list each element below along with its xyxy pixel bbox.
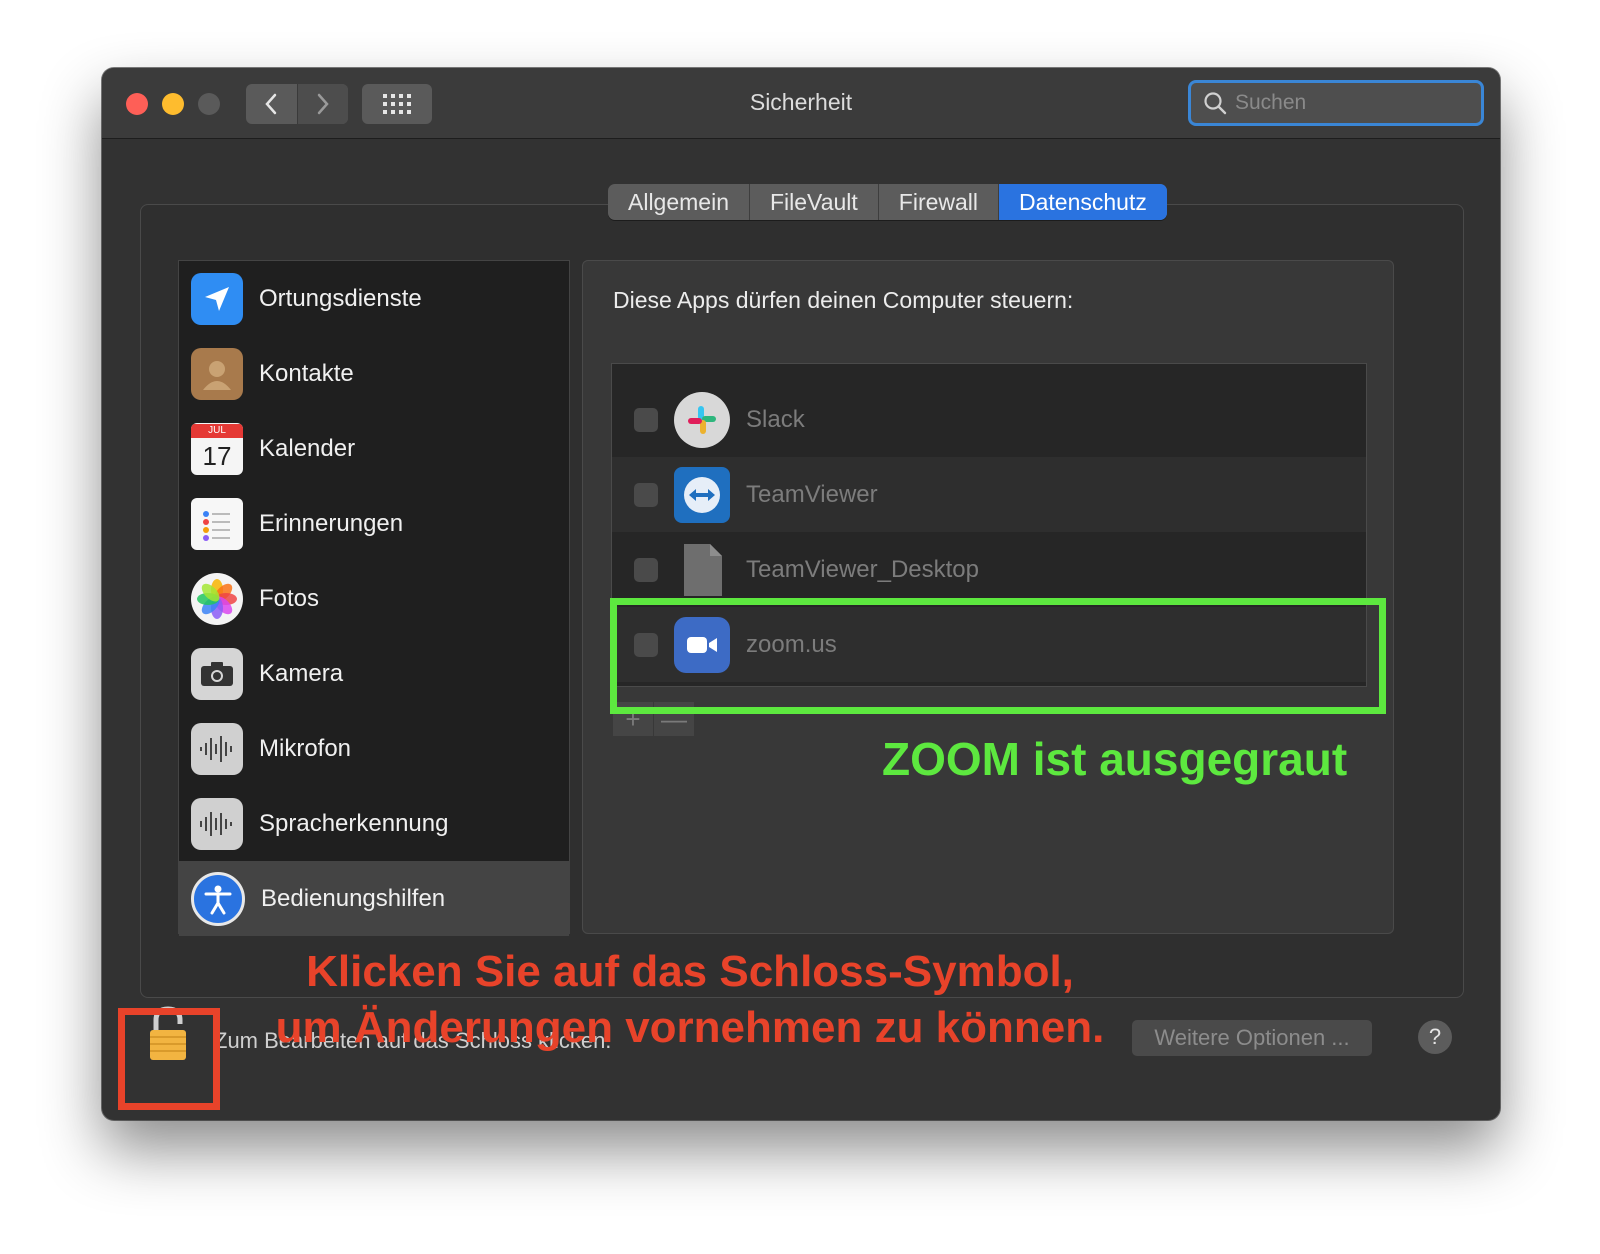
microphone-icon bbox=[191, 722, 243, 775]
advanced-options-button[interactable]: Weitere Optionen ... bbox=[1132, 1020, 1372, 1056]
accessibility-icon bbox=[191, 871, 245, 926]
lock-instruction-line-1: Klicken Sie auf das Schloss-Symbol, bbox=[306, 947, 1074, 996]
search-input[interactable] bbox=[1233, 90, 1467, 116]
tab-firewall[interactable]: Firewall bbox=[879, 184, 1000, 220]
app-checkbox[interactable] bbox=[634, 482, 658, 507]
search-icon bbox=[1204, 92, 1227, 115]
app-checkbox[interactable] bbox=[634, 557, 658, 582]
sidebar-item-spracherkennung[interactable]: Spracherkennung bbox=[179, 786, 569, 861]
app-name: TeamViewer bbox=[746, 480, 878, 508]
sidebar-item-label: Erinnerungen bbox=[259, 509, 404, 537]
sidebar-item-erinnerungen[interactable]: Erinnerungen bbox=[179, 486, 569, 561]
list-item: Slack bbox=[612, 382, 1366, 457]
zoom-highlight-box bbox=[610, 598, 1386, 714]
speech-recognition-icon bbox=[191, 797, 243, 850]
calendar-icon: JUL 17 bbox=[191, 422, 243, 475]
calendar-day-text: 17 bbox=[202, 440, 232, 471]
title-bar: Sicherheit bbox=[102, 68, 1500, 139]
photos-icon bbox=[191, 572, 243, 625]
tab-bar: Allgemein FileVault Firewall Datenschutz bbox=[608, 184, 1167, 220]
sidebar-item-ortungsdienste[interactable]: Ortungsdienste bbox=[179, 261, 569, 336]
sidebar-item-fotos[interactable]: Fotos bbox=[179, 561, 569, 636]
app-checkbox[interactable] bbox=[634, 407, 658, 432]
sidebar-item-label: Ortungsdienste bbox=[259, 284, 422, 312]
lock-highlight-box bbox=[118, 1008, 220, 1110]
sidebar-item-label: Bedienungshilfen bbox=[261, 884, 446, 912]
sidebar-item-bedienungshilfen[interactable]: Bedienungshilfen bbox=[179, 861, 569, 936]
calendar-month-text: JUL bbox=[191, 423, 243, 438]
help-button[interactable]: ? bbox=[1418, 1020, 1452, 1054]
search-field[interactable] bbox=[1188, 80, 1484, 126]
slack-icon bbox=[674, 391, 730, 448]
sidebar-item-mikrofon[interactable]: Mikrofon bbox=[179, 711, 569, 786]
panel-heading: Diese Apps dürfen deinen Computer steuer… bbox=[613, 287, 1074, 313]
list-item: TeamViewer bbox=[612, 457, 1366, 532]
sidebar-item-label: Fotos bbox=[259, 584, 320, 612]
sidebar-item-label: Kontakte bbox=[259, 359, 354, 387]
tab-filevault[interactable]: FileVault bbox=[750, 184, 879, 220]
contacts-icon bbox=[191, 347, 243, 400]
sidebar-item-kamera[interactable]: Kamera bbox=[179, 636, 569, 711]
generic-file-icon bbox=[674, 542, 730, 598]
teamviewer-icon bbox=[674, 466, 730, 523]
sidebar-item-label: Spracherkennung bbox=[259, 809, 449, 837]
app-name: TeamViewer_Desktop bbox=[746, 555, 980, 583]
reminders-icon bbox=[191, 497, 243, 550]
app-name: Slack bbox=[746, 405, 805, 433]
location-arrow-icon bbox=[191, 272, 243, 325]
lock-instruction-note: Klicken Sie auf das Schloss-Symbol, um Ä… bbox=[240, 944, 1140, 1056]
tab-datenschutz[interactable]: Datenschutz bbox=[999, 184, 1167, 220]
tab-allgemein[interactable]: Allgemein bbox=[608, 184, 750, 220]
privacy-category-list: Ortungsdienste Kontakte JUL 17 Kalender bbox=[178, 260, 570, 936]
sidebar-item-kalender[interactable]: JUL 17 Kalender bbox=[179, 411, 569, 486]
sidebar-item-label: Kamera bbox=[259, 659, 344, 687]
sidebar-item-label: Mikrofon bbox=[259, 734, 352, 762]
list-item: TeamViewer_Desktop bbox=[612, 532, 1366, 607]
zoom-grayed-out-note: ZOOM ist ausgegraut bbox=[882, 733, 1348, 785]
camera-icon bbox=[191, 647, 243, 700]
sidebar-item-kontakte[interactable]: Kontakte bbox=[179, 336, 569, 411]
sidebar-item-label: Kalender bbox=[259, 434, 356, 462]
accessibility-app-panel: Diese Apps dürfen deinen Computer steuer… bbox=[582, 260, 1394, 934]
lock-instruction-line-2: um Änderungen vornehmen zu können. bbox=[275, 1003, 1105, 1052]
